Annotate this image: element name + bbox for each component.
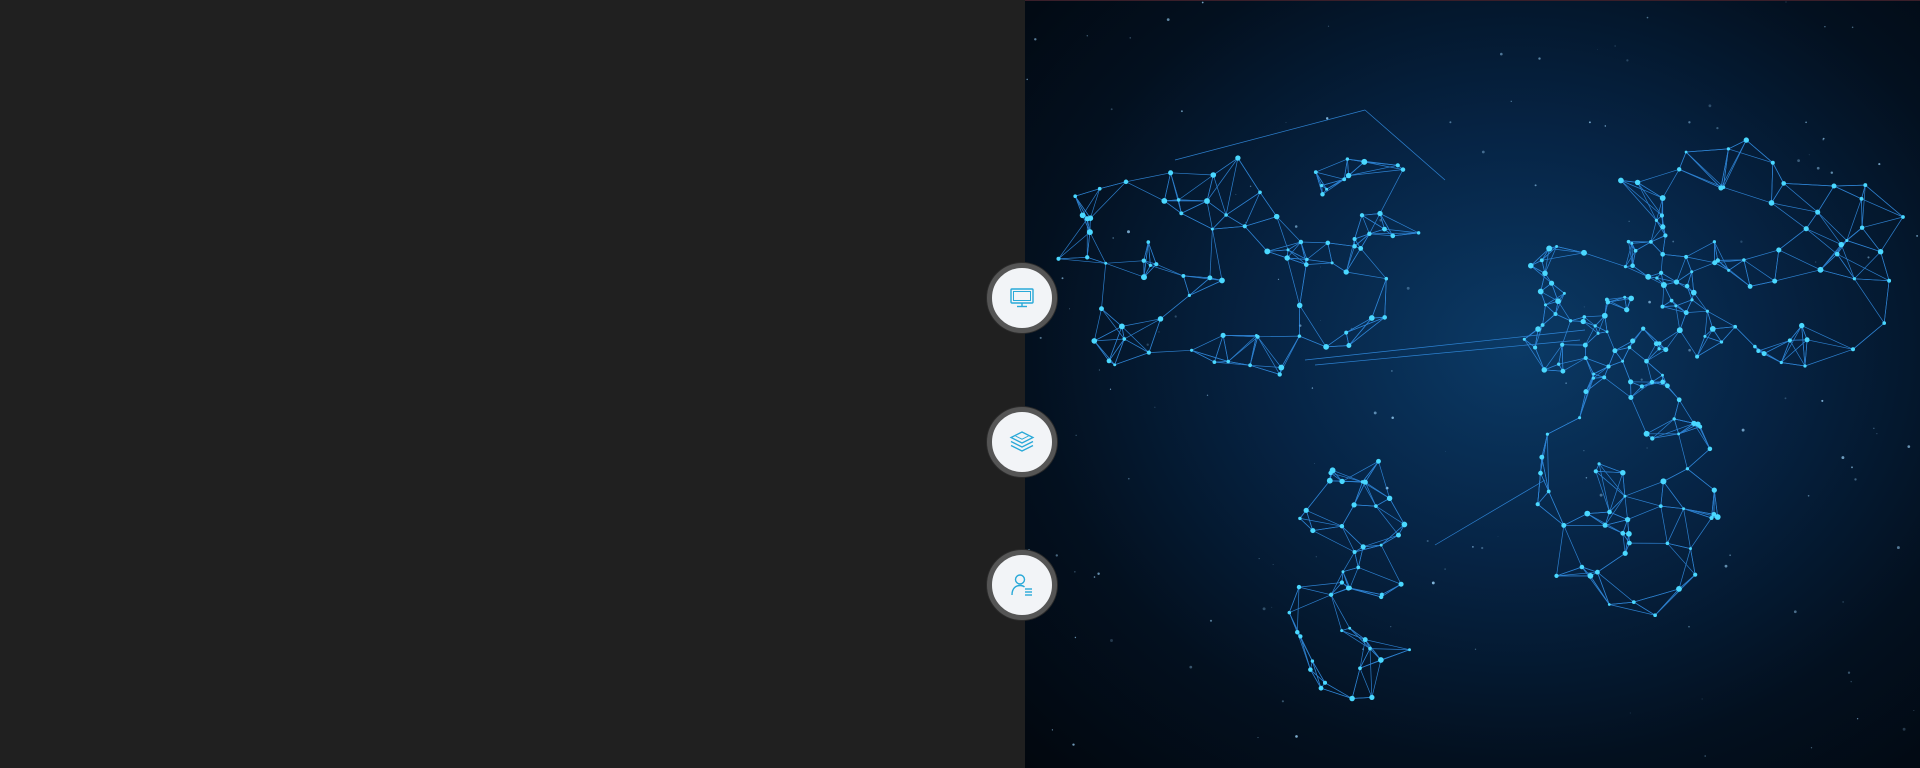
world-network-map bbox=[1026, 1, 1919, 757]
user-list-icon bbox=[1011, 574, 1032, 596]
monitor-icon bbox=[1010, 288, 1034, 308]
left-panel bbox=[0, 0, 1025, 768]
layers-button[interactable] bbox=[987, 407, 1057, 477]
user-list-button[interactable] bbox=[987, 550, 1057, 620]
world-network-map-image bbox=[1025, 0, 1920, 768]
layers-icon bbox=[1009, 431, 1035, 452]
monitor-button[interactable] bbox=[987, 263, 1057, 333]
page bbox=[0, 0, 1920, 768]
